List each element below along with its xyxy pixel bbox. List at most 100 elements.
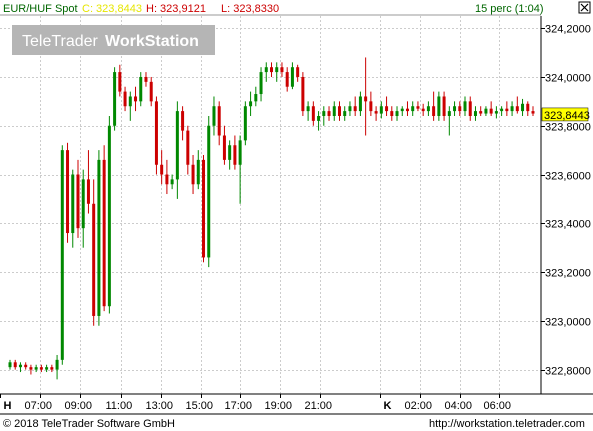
- candle-body: [18, 364, 22, 368]
- x-tick-label: H: [4, 400, 12, 412]
- candle-body: [249, 101, 253, 107]
- y-tick-label: 324,0000: [545, 73, 591, 85]
- candle-body: [494, 111, 498, 114]
- x-tick-label: 13:00: [146, 400, 174, 412]
- x-tick-label: 04:00: [445, 400, 473, 412]
- candle-body: [60, 150, 64, 360]
- candle-body: [243, 106, 247, 141]
- candle: [66, 142, 70, 243]
- x-tick-label: 19:00: [265, 400, 293, 412]
- candle-body: [207, 125, 211, 258]
- x-tick-label: 09:00: [65, 400, 93, 412]
- candle-body: [343, 111, 347, 116]
- x-tick-label: 06:00: [484, 400, 512, 412]
- candle-body: [285, 72, 289, 87]
- candle-body: [196, 159, 200, 185]
- candle-body: [238, 140, 242, 165]
- candle-body: [139, 76, 143, 102]
- candle-body: [385, 106, 389, 112]
- candle: [107, 115, 111, 314]
- candle-body: [29, 367, 33, 370]
- symbol-label: EUR/HUF Spot: [3, 3, 78, 15]
- candle-body: [432, 106, 436, 116]
- x-tick-label: 11:00: [106, 400, 133, 412]
- candle-body: [186, 130, 190, 165]
- candle-body: [416, 106, 420, 109]
- candle: [202, 155, 206, 263]
- candle-body: [259, 72, 263, 95]
- candle-body: [118, 72, 122, 92]
- candle-body: [458, 106, 462, 112]
- high-value: H: 323,9121: [146, 3, 206, 15]
- x-tick-label: 17:00: [225, 400, 253, 412]
- candle-body: [149, 81, 153, 102]
- candle-body: [426, 106, 430, 112]
- candle-body: [484, 108, 488, 114]
- candle-body: [81, 179, 85, 229]
- low-value: L: 323,8330: [221, 3, 279, 15]
- candle-body: [400, 108, 404, 112]
- candle-body: [306, 106, 310, 112]
- candle-body: [505, 108, 509, 112]
- footer-url[interactable]: http://workstation.teletrader.com: [429, 418, 585, 430]
- close-value: C: 323,8443: [82, 3, 142, 15]
- candle-body: [212, 106, 216, 126]
- candle-body: [311, 106, 315, 121]
- candle-body: [296, 67, 300, 77]
- y-tick-label: 324,2000: [545, 24, 591, 36]
- candle-body: [154, 101, 158, 165]
- candle-body: [165, 174, 169, 185]
- logo: TeleTrader WorkStation: [12, 25, 215, 55]
- candle-body: [390, 111, 394, 116]
- candle: [243, 101, 247, 146]
- x-tick-label: 02:00: [405, 400, 433, 412]
- candle: [207, 115, 211, 268]
- y-tick-label: 322,8000: [545, 366, 591, 378]
- candle-body: [66, 150, 70, 234]
- y-tick-label: 323,0000: [545, 317, 591, 329]
- candle-body: [254, 94, 258, 102]
- candle-body: [500, 108, 504, 112]
- candle: [60, 145, 64, 365]
- candle-body: [515, 106, 519, 112]
- candle-body: [97, 159, 101, 316]
- candle-body: [453, 106, 457, 112]
- candle-body: [369, 101, 373, 112]
- candle-body: [421, 108, 425, 112]
- candle-body: [270, 67, 273, 73]
- candle-body: [160, 164, 164, 175]
- candle-body: [39, 367, 43, 370]
- candle-body: [358, 96, 362, 112]
- candle-body: [86, 179, 90, 204]
- x-tick-label: 15:00: [186, 400, 214, 412]
- candle-body: [228, 145, 232, 160]
- y-tick-label: 323,6000: [545, 171, 591, 183]
- candle-body: [175, 111, 179, 180]
- logo-text-2: WorkStation: [105, 33, 199, 50]
- candle-body: [411, 106, 415, 112]
- candle-body: [437, 96, 441, 116]
- candle-body: [348, 106, 352, 112]
- candle-body: [353, 106, 357, 112]
- x-tick-label: 07:00: [25, 400, 53, 412]
- candle-body: [322, 111, 326, 116]
- candle-body: [531, 111, 535, 114]
- candle-body: [442, 96, 446, 116]
- candle-body: [317, 115, 321, 121]
- y-tick-label: 323,4000: [545, 219, 591, 231]
- candle-body: [447, 111, 451, 116]
- y-tick-label: 323,8000: [545, 122, 591, 134]
- candle-body: [55, 359, 59, 370]
- candle-body: [301, 76, 305, 112]
- candle-body: [526, 103, 530, 112]
- candle-body: [379, 106, 383, 114]
- candle-body: [479, 111, 483, 114]
- candle-body: [327, 111, 331, 116]
- candle-body: [264, 67, 268, 73]
- x-tick-label: K: [384, 400, 392, 412]
- candle-body: [405, 108, 409, 112]
- candle-body: [24, 364, 28, 368]
- period-label: 15 perc (1:04): [475, 3, 543, 15]
- logo-text-1: TeleTrader: [22, 33, 99, 50]
- candle-body: [233, 145, 237, 165]
